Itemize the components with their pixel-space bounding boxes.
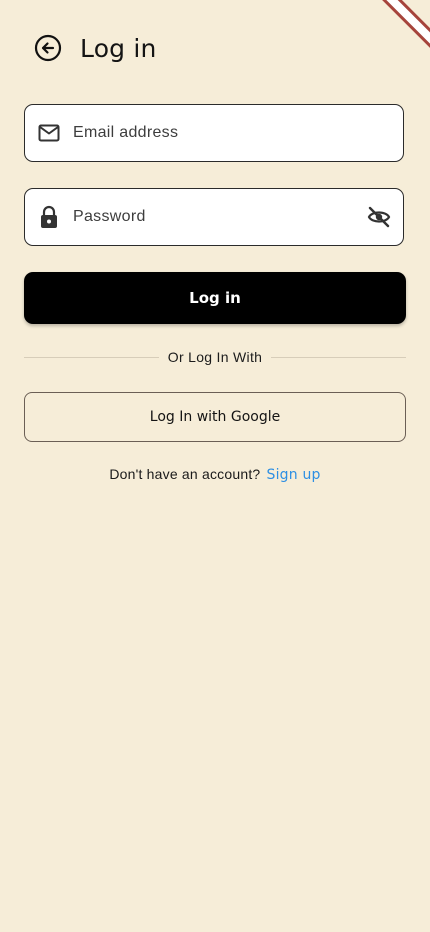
debug-ribbon [374,0,430,56]
divider-text: Or Log In With [167,349,263,365]
password-field[interactable]: Password [24,188,404,246]
divider-line-right [271,356,406,358]
google-login-button[interactable]: Log In with Google [24,392,406,442]
divider-line-left [24,356,159,358]
eye-off-icon[interactable] [355,206,403,228]
email-placeholder: Email address [73,124,179,141]
signup-row: Don't have an account? Sign up [0,466,430,483]
header: Log in [30,28,157,68]
arrow-left-circle-icon [34,34,62,62]
login-button[interactable]: Log in [24,272,406,324]
mail-icon [25,124,73,142]
email-field[interactable]: Email address [24,104,404,162]
lock-icon [25,205,73,229]
signup-link[interactable]: Sign up [267,467,321,483]
password-placeholder: Password [73,208,146,225]
page-title: Log in [80,33,157,63]
signup-prompt: Don't have an account? [109,466,261,482]
back-button[interactable] [30,30,66,66]
divider: Or Log In With [24,346,406,368]
debug-banner [370,0,430,60]
